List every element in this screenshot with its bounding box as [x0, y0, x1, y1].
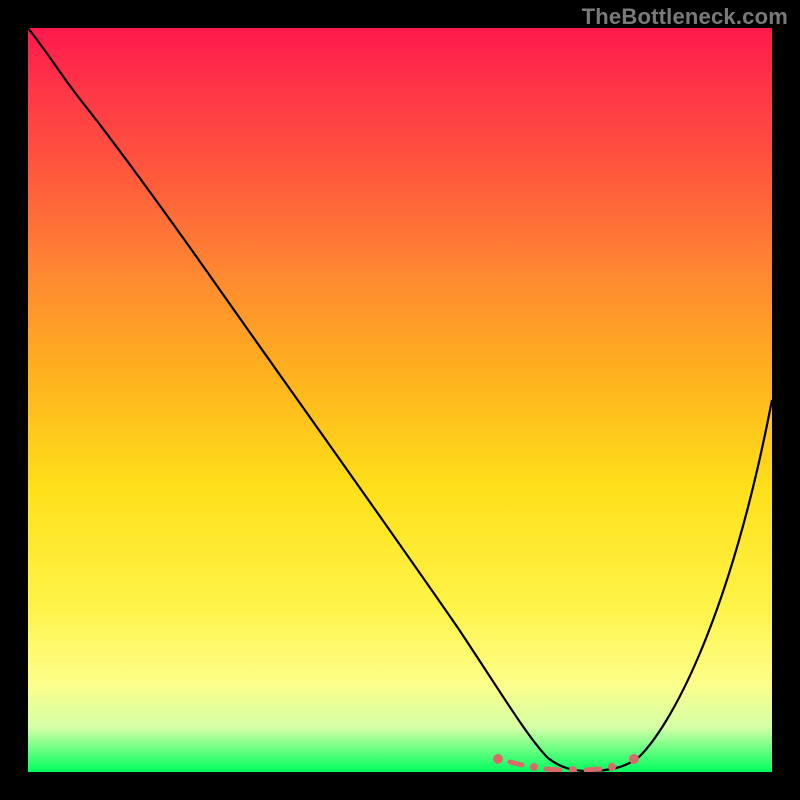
optimal-zone-markers [493, 754, 639, 772]
bottleneck-curve [28, 28, 772, 771]
plot-area [28, 28, 772, 772]
curve-svg [28, 28, 772, 772]
watermark-text: TheBottleneck.com [582, 4, 788, 30]
chart-frame: TheBottleneck.com [0, 0, 800, 800]
